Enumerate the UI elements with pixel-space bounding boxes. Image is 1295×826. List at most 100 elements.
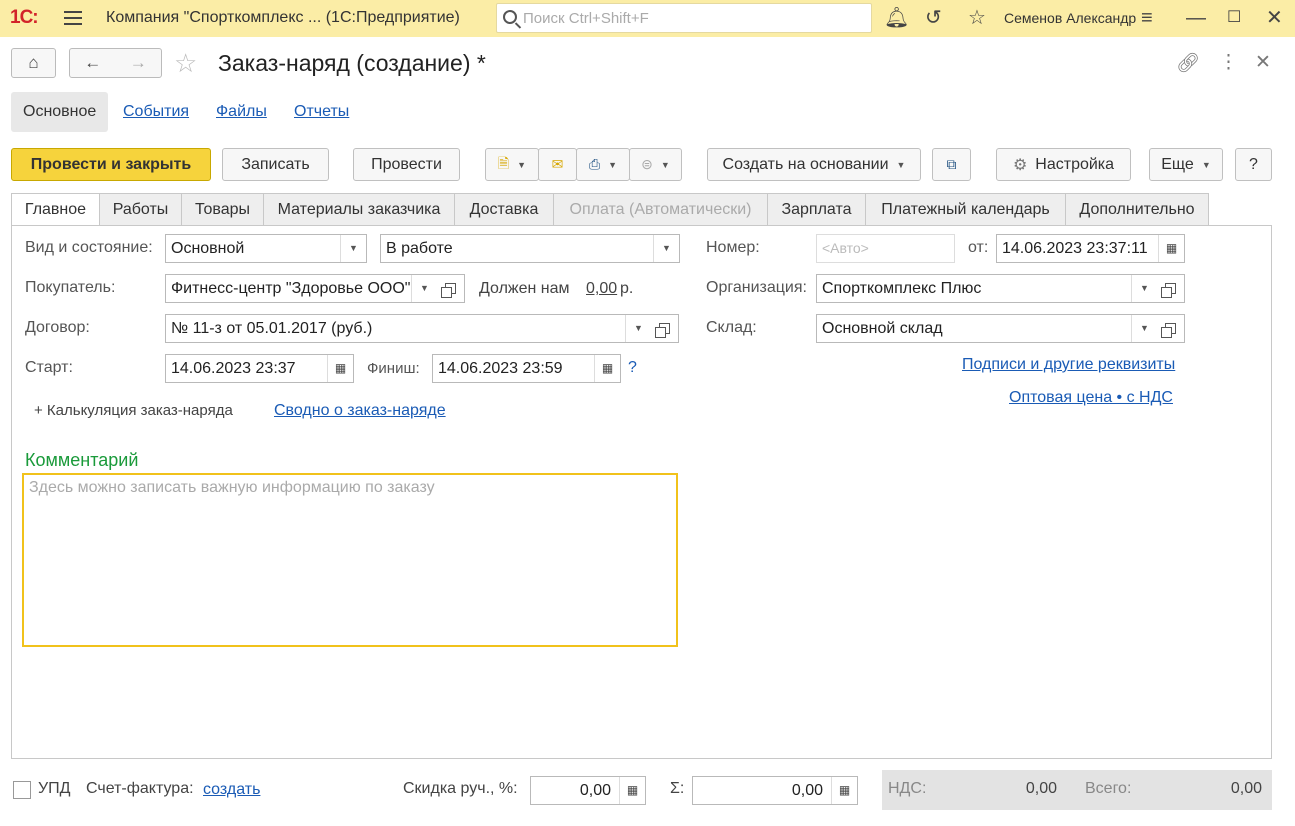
calc-toggle[interactable]: + Калькуляция заказ-наряда	[34, 402, 233, 419]
close-window-icon[interactable]: ✕	[1266, 6, 1283, 30]
finish-field[interactable]: 14.06.2023 23:59 ▦	[432, 354, 621, 383]
tab-payment[interactable]: Оплата (Автоматически)	[553, 193, 768, 226]
create-based-on-button[interactable]: Создать на основании ▼	[707, 148, 921, 181]
favorite-star-icon[interactable]: ☆	[174, 48, 197, 79]
help-button[interactable]: ?	[1235, 148, 1272, 181]
tab-salary[interactable]: Зарплата	[767, 193, 866, 226]
total-label: Всего:	[1085, 780, 1132, 797]
chevron-down-icon[interactable]: ▼	[1131, 275, 1157, 302]
finish-value: 14.06.2023 23:59	[438, 360, 563, 377]
price-type-link[interactable]: Оптовая цена • с НДС	[1009, 389, 1173, 407]
nav-tab-main[interactable]: Основное	[11, 92, 109, 132]
tab-works[interactable]: Работы	[99, 193, 182, 226]
contract-label: Договор:	[25, 319, 90, 336]
home-button[interactable]: ⌂	[11, 48, 56, 78]
upd-label: УПД	[38, 780, 71, 797]
nav-tab-events[interactable]: События	[123, 92, 189, 132]
sum-field[interactable]: 0,00 ▦	[692, 776, 858, 805]
tab-delivery[interactable]: Доставка	[454, 193, 554, 226]
open-warehouse-button[interactable]	[1157, 314, 1185, 343]
help-question-link[interactable]: ?	[628, 359, 637, 377]
edo-button[interactable]: ⊜ ▼	[629, 148, 682, 181]
date-field[interactable]: 14.06.2023 23:37:11 ▦	[996, 234, 1185, 263]
org-label: Организация:	[706, 279, 807, 296]
open-buyer-button[interactable]	[437, 274, 465, 303]
calendar-icon[interactable]: ▦	[594, 355, 620, 382]
post-and-close-button[interactable]: Провести и закрыть	[11, 148, 211, 181]
report-structure-button[interactable]: 🗎 ▼	[485, 148, 539, 181]
comment-box[interactable]	[22, 473, 678, 647]
discount-value: 0,00	[579, 782, 611, 799]
upd-checkbox[interactable]	[13, 781, 31, 799]
tab-customer-materials[interactable]: Материалы заказчика	[263, 193, 455, 226]
close-icon[interactable]: ✕	[1255, 51, 1271, 74]
edo-icon: ⊜	[641, 156, 653, 172]
more-label: Еще	[1161, 155, 1194, 173]
state-value: В работе	[386, 240, 453, 257]
start-value: 14.06.2023 23:37	[171, 360, 296, 377]
org-value: Спорткомплекс Плюс	[822, 280, 982, 297]
open-icon	[1161, 323, 1176, 338]
start-field[interactable]: 14.06.2023 23:37 ▦	[165, 354, 354, 383]
search-box[interactable]	[496, 3, 872, 33]
history-icon[interactable]: ↺	[925, 6, 942, 30]
owes-label: Должен нам	[479, 280, 570, 297]
more-vertical-icon[interactable]: ⋮	[1219, 51, 1238, 74]
calculator-icon[interactable]: ▦	[619, 777, 645, 804]
summary-link[interactable]: Сводно о заказ-наряде	[274, 402, 446, 420]
more-button[interactable]: Еще ▼	[1149, 148, 1223, 181]
search-input[interactable]	[523, 7, 863, 29]
signatures-link[interactable]: Подписи и другие реквизиты	[962, 356, 1175, 374]
maximize-icon[interactable]: ☐	[1227, 6, 1241, 30]
date-value: 14.06.2023 23:37:11	[1002, 240, 1148, 257]
minimize-icon[interactable]: —	[1186, 6, 1206, 30]
org-field[interactable]: Спорткомплекс Плюс ▼	[816, 274, 1158, 303]
calendar-icon[interactable]: ▦	[1158, 235, 1184, 262]
buyer-field[interactable]: Фитнесс-центр "Здоровье ООО" ▼	[165, 274, 438, 303]
warehouse-value: Основной склад	[822, 320, 943, 337]
chevron-down-icon[interactable]: ▼	[653, 235, 679, 262]
settings-menu-icon[interactable]: ≡	[1141, 6, 1153, 30]
structure-button[interactable]: ⧉	[932, 148, 971, 181]
open-org-button[interactable]	[1157, 274, 1185, 303]
chevron-down-icon[interactable]: ▼	[625, 315, 651, 342]
save-button[interactable]: Записать	[222, 148, 329, 181]
calculator-icon[interactable]: ▦	[831, 777, 857, 804]
number-field[interactable]: <Авто>	[816, 234, 955, 263]
link-icon[interactable]: 🔗︎	[1176, 51, 1200, 75]
chevron-down-icon[interactable]: ▼	[340, 235, 366, 262]
comment-input[interactable]	[24, 475, 676, 645]
bell-icon[interactable]: 🔔︎	[884, 6, 909, 30]
owes-value[interactable]: 0,00	[586, 280, 617, 298]
state-field[interactable]: В работе ▼	[380, 234, 680, 263]
tab-main[interactable]: Главное	[11, 193, 100, 227]
print-button[interactable]: ⎙ ▼	[576, 148, 630, 181]
contract-field[interactable]: № 11-з от 05.01.2017 (руб.) ▼	[165, 314, 652, 343]
chevron-down-icon[interactable]: ▼	[1131, 315, 1157, 342]
calendar-icon[interactable]: ▦	[327, 355, 353, 382]
sum-value: 0,00	[791, 782, 823, 799]
post-button[interactable]: Провести	[353, 148, 460, 181]
tab-goods[interactable]: Товары	[181, 193, 264, 226]
gear-icon: ⚙	[1012, 156, 1028, 174]
nav-tab-files[interactable]: Файлы	[216, 92, 267, 132]
star-icon[interactable]: ☆	[968, 6, 986, 30]
back-icon[interactable]: ←	[84, 53, 101, 73]
settings-button[interactable]: ⚙ Настройка	[996, 148, 1131, 181]
chevron-down-icon[interactable]: ▼	[411, 275, 437, 302]
menu-icon[interactable]	[64, 11, 82, 25]
forward-icon[interactable]: →	[130, 53, 147, 73]
printer-icon: ⎙	[588, 156, 601, 172]
kind-field[interactable]: Основной ▼	[165, 234, 367, 263]
document-icon: 🗎	[497, 154, 510, 171]
tab-payment-calendar[interactable]: Платежный календарь	[865, 193, 1066, 226]
open-contract-button[interactable]	[651, 314, 679, 343]
warehouse-field[interactable]: Основной склад ▼	[816, 314, 1158, 343]
buyer-value: Фитнесс-центр "Здоровье ООО"	[171, 280, 411, 297]
email-button[interactable]: ✉	[538, 148, 577, 181]
user-name[interactable]: Семенов Александр	[1004, 10, 1136, 26]
invoice-create-link[interactable]: создать	[203, 781, 260, 799]
tab-additional[interactable]: Дополнительно	[1065, 193, 1209, 226]
discount-field[interactable]: 0,00 ▦	[530, 776, 646, 805]
nav-tab-reports[interactable]: Отчеты	[294, 92, 349, 132]
